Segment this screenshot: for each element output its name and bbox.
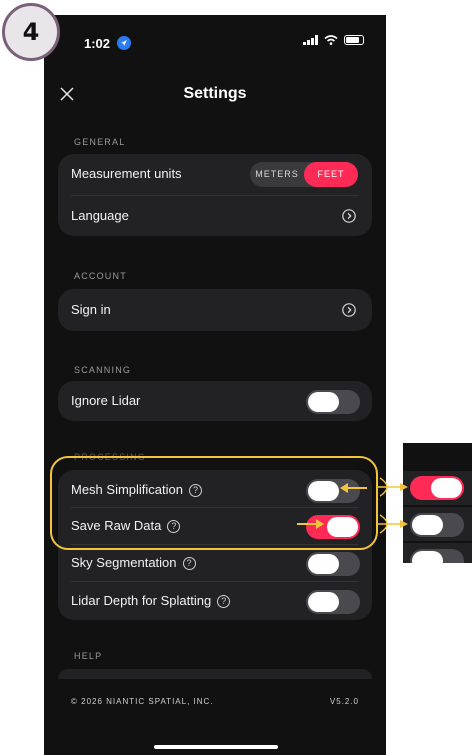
- help-icon[interactable]: ?: [182, 556, 196, 570]
- sky-segmentation-toggle[interactable]: [306, 552, 360, 576]
- mesh-simplification-label: Mesh Simplification?: [71, 482, 202, 497]
- section-label-help: HELP: [74, 651, 103, 661]
- ignore-lidar-toggle[interactable]: [306, 390, 360, 414]
- scanning-card: Ignore Lidar: [58, 381, 372, 421]
- ignore-lidar-row: Ignore Lidar: [58, 381, 372, 421]
- help-icon[interactable]: ?: [167, 519, 181, 533]
- sky-segmentation-row: Sky Segmentation?: [58, 543, 372, 583]
- language-label: Language: [71, 208, 129, 223]
- annotation-arrow-right-icon: [297, 519, 324, 529]
- lidar-depth-row: Lidar Depth for Splatting?: [58, 581, 372, 621]
- version-text: V5.2.0: [329, 697, 359, 706]
- chevron-right-circle-icon: [342, 303, 356, 317]
- page-title: Settings: [183, 85, 247, 102]
- chevron-right-circle-icon: [342, 209, 356, 223]
- ignore-lidar-label: Ignore Lidar: [71, 393, 141, 408]
- status-icons: [303, 35, 364, 45]
- language-row[interactable]: Language: [58, 196, 372, 236]
- copyright-text: © 2026 NIANTIC SPATIAL, INC.: [71, 697, 214, 706]
- sign-in-row[interactable]: Sign in: [58, 290, 372, 330]
- lidar-depth-toggle[interactable]: [306, 590, 360, 614]
- cellular-signal-icon: [303, 35, 318, 45]
- section-label-general: GENERAL: [74, 137, 126, 147]
- sky-segmentation-label: Sky Segmentation?: [71, 555, 196, 570]
- battery-icon: [344, 35, 364, 45]
- units-option-meters[interactable]: METERS: [250, 162, 304, 187]
- help-icon[interactable]: ?: [189, 483, 202, 497]
- inset-sky-segmentation-toggle: [410, 549, 464, 563]
- location-icon: [117, 36, 131, 50]
- account-card: Sign in: [58, 289, 372, 331]
- sign-in-label: Sign in: [71, 302, 111, 317]
- processing-card: Mesh Simplification? Save Raw Data? Sky …: [58, 470, 372, 620]
- section-label-account: ACCOUNT: [74, 271, 127, 281]
- home-indicator[interactable]: [154, 745, 278, 749]
- units-option-feet[interactable]: FEET: [304, 162, 358, 187]
- measurement-units-row: Measurement units METERS FEET: [58, 154, 372, 194]
- wifi-icon: [324, 35, 338, 45]
- section-label-scanning: SCANNING: [74, 365, 132, 375]
- help-card: [58, 669, 372, 679]
- phone-screen: 1:02 Settings GENERAL Measurement units …: [44, 15, 386, 755]
- annotation-connector-icon: [376, 477, 408, 534]
- annotation-arrow-left-icon: [340, 483, 367, 493]
- status-time: 1:02: [84, 36, 111, 51]
- units-segmented-control[interactable]: METERS FEET: [250, 162, 358, 187]
- section-label-processing: PROCESSING: [74, 452, 147, 462]
- step-number-badge: 4: [2, 3, 60, 61]
- inset-save-raw-data-toggle: [410, 513, 464, 537]
- mesh-simplification-row: Mesh Simplification?: [58, 470, 372, 510]
- zoomed-toggle-inset: [403, 443, 472, 563]
- lidar-depth-label: Lidar Depth for Splatting?: [71, 593, 231, 608]
- measurement-units-label: Measurement units: [71, 166, 182, 181]
- inset-mesh-simplification-toggle: [410, 476, 464, 500]
- general-card: Measurement units METERS FEET Language: [58, 154, 372, 236]
- save-raw-data-label: Save Raw Data?: [71, 518, 181, 533]
- help-icon[interactable]: ?: [217, 594, 231, 608]
